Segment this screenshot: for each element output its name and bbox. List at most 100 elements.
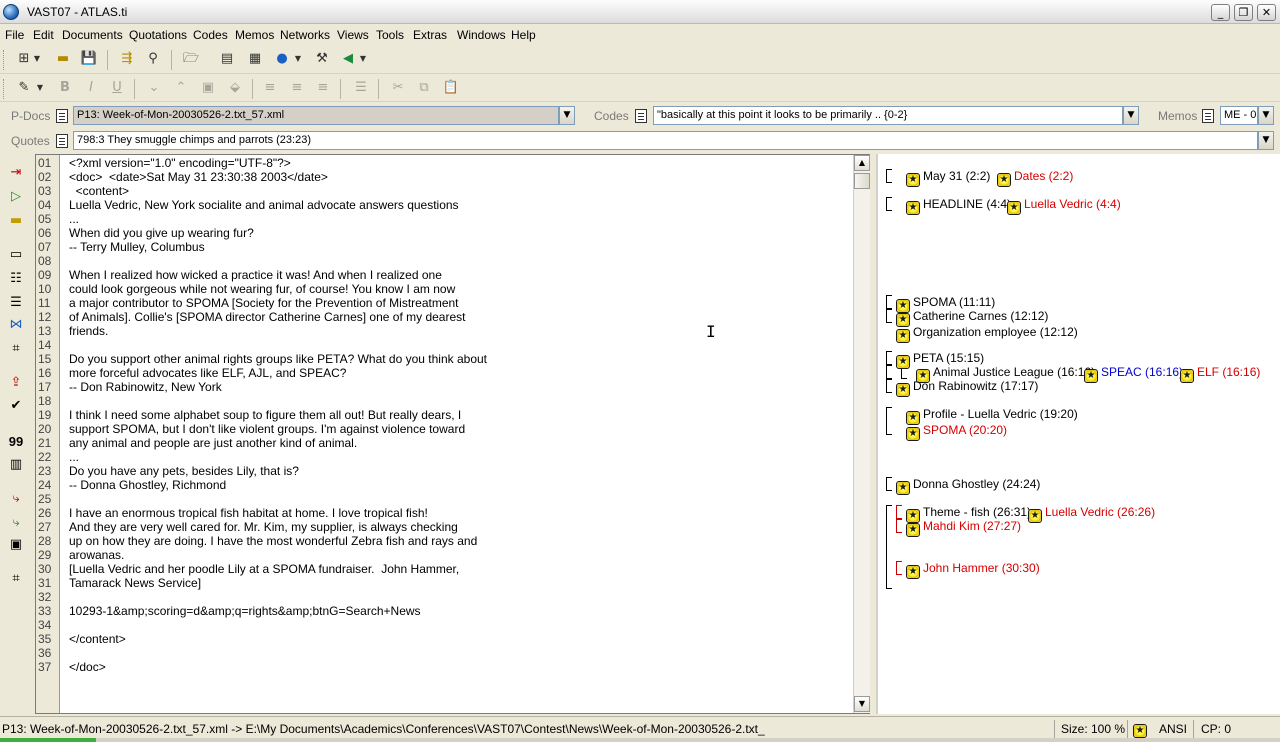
margin-code[interactable]: ★ Donna Ghostley (24:24): [896, 476, 1040, 495]
save-icon[interactable]: 💾: [79, 49, 99, 69]
globe-icon[interactable]: ●: [272, 49, 292, 69]
paste-icon[interactable]: 📋: [441, 78, 461, 98]
margin-code[interactable]: ★ John Hammer (30:30): [906, 560, 1040, 579]
cut-icon[interactable]: ✂: [388, 78, 408, 98]
text-line[interactable]: </content>: [69, 632, 126, 646]
quotation-bracket[interactable]: [886, 295, 892, 309]
text-line[interactable]: arowanas.: [69, 548, 124, 562]
eraser-icon[interactable]: ⬙: [225, 78, 245, 98]
quotation-bracket[interactable]: [886, 477, 892, 491]
rectangle-icon[interactable]: ▭: [5, 245, 27, 265]
text-line[interactable]: <content>: [69, 184, 129, 198]
margin-code[interactable]: ★ ELF (16:16): [1180, 364, 1260, 383]
menu-file[interactable]: File: [5, 28, 24, 42]
quotation-bracket[interactable]: [886, 351, 892, 365]
text-line[interactable]: I think I need some alphabet soup to fig…: [69, 408, 461, 422]
quote-count-icon[interactable]: 99: [5, 432, 27, 452]
text-line[interactable]: ...: [69, 212, 79, 226]
toolbar-grip[interactable]: [3, 50, 6, 70]
text-line[interactable]: of Animals]. Collie's [SPOMA director Ca…: [69, 310, 465, 324]
create-quotation-icon[interactable]: ⇥: [5, 163, 27, 183]
chevron-down-icon[interactable]: ⌄: [144, 78, 164, 98]
bold-icon[interactable]: B: [55, 78, 75, 98]
quotation-bracket[interactable]: [896, 505, 902, 519]
italic-icon[interactable]: I: [81, 78, 101, 98]
link-red-icon[interactable]: ⤷: [5, 489, 27, 509]
scroll-thumb[interactable]: [854, 173, 870, 189]
menu-help[interactable]: Help: [511, 28, 536, 42]
text-line[interactable]: [Luella Vedric and her poodle Lily at a …: [69, 562, 459, 576]
document-editor[interactable]: 01 02 03 04 05 06 07 08 09 10 11 12 13 14 15 16 17 18 19 20…: [35, 154, 870, 714]
memo-icon[interactable]: ▬: [5, 211, 27, 231]
chevron-up-icon[interactable]: ⌃: [171, 78, 191, 98]
menu-tools[interactable]: Tools: [376, 28, 404, 42]
margin-code[interactable]: ★ Profile - Luella Vedric (19:20): [906, 406, 1078, 425]
chevron-down-icon[interactable]: ▼: [1258, 131, 1274, 150]
menu-memos[interactable]: Memos: [235, 28, 274, 42]
chevron-down-icon[interactable]: ▼: [34, 78, 46, 98]
margin-code[interactable]: ★ SPEAC (16:16): [1084, 364, 1183, 383]
text-line[interactable]: friends.: [69, 324, 108, 338]
editor-scrollbar[interactable]: ▲ ▼: [853, 155, 870, 713]
network-icon[interactable]: ⋈: [5, 315, 27, 335]
chevron-down-icon[interactable]: ▼: [357, 49, 369, 69]
align-center-icon[interactable]: ≡: [287, 78, 307, 98]
quotation-bracket[interactable]: [886, 379, 892, 393]
title-bar[interactable]: VAST07 - ATLAS.ti _ ❐ ✕: [0, 0, 1280, 24]
align-right-icon[interactable]: ≡: [313, 78, 333, 98]
frame-icon[interactable]: ▣: [5, 535, 27, 555]
margin-code[interactable]: ★ May 31 (2:2): [906, 168, 990, 187]
bullet-list-icon[interactable]: ☰: [351, 78, 371, 98]
text-line[interactable]: could look gorgeous while not wearing fu…: [69, 282, 455, 296]
underline-icon[interactable]: U: [107, 78, 127, 98]
margin-code[interactable]: ★ Don Rabinowitz (17:17): [896, 378, 1038, 397]
quotation-bracket[interactable]: [886, 309, 892, 323]
text-line[interactable]: any animal and people are just another k…: [69, 436, 357, 450]
text-line[interactable]: I have an enormous tropical fish habitat…: [69, 506, 428, 520]
text-line[interactable]: When did you give up wearing fur?: [69, 226, 254, 240]
toolbar-grip[interactable]: [3, 79, 6, 99]
text-line[interactable]: ...: [69, 450, 79, 464]
code-list-icon[interactable]: [635, 109, 647, 123]
link-green-icon[interactable]: ⤷: [5, 513, 27, 533]
text-line[interactable]: 10293-1&amp;scoring=d&amp;q=rights&amp;b…: [69, 604, 421, 618]
text-line[interactable]: support SPOMA, but I don't like violent …: [69, 422, 465, 436]
text-line[interactable]: a major contributor to SPOMA [Society fo…: [69, 296, 459, 310]
chevron-down-icon[interactable]: ▼: [559, 106, 575, 125]
menu-extras[interactable]: Extras: [413, 28, 447, 42]
text-line[interactable]: Tamarack News Service]: [69, 576, 201, 590]
quotation-bracket[interactable]: [886, 169, 892, 183]
margin-code[interactable]: ★ Dates (2:2): [997, 168, 1073, 187]
menu-quotations[interactable]: Quotations: [129, 28, 187, 42]
text-line[interactable]: up on how they are doing. I have the mos…: [69, 534, 477, 548]
document-icon[interactable]: [56, 109, 68, 123]
chevron-down-icon[interactable]: ▼: [31, 49, 43, 69]
quotation-icon[interactable]: [56, 134, 68, 148]
menu-views[interactable]: Views: [337, 28, 369, 42]
tree-view-icon[interactable]: ⇶: [117, 49, 137, 69]
table-icon[interactable]: ▦: [245, 49, 265, 69]
text-line[interactable]: -- Donna Ghostley, Richmond: [69, 478, 226, 492]
text-line[interactable]: -- Terry Mulley, Columbus: [69, 240, 205, 254]
quotation-bracket[interactable]: [896, 561, 902, 575]
text-line[interactable]: </doc>: [69, 660, 106, 674]
margin-area[interactable]: ★ May 31 (2:2) ★ Dates (2:2) ★ HEADLINE (4:…: [876, 154, 1280, 714]
list-indent-icon[interactable]: ☷: [5, 269, 27, 289]
text-line[interactable]: Do you have any pets, besides Lily, that…: [69, 464, 299, 478]
menu-codes[interactable]: Codes: [193, 28, 228, 42]
margin-code[interactable]: ★ Mahdi Kim (27:27): [906, 518, 1021, 537]
open-folder-icon[interactable]: 🗁: [181, 49, 201, 69]
copy-icon[interactable]: ⧉: [414, 78, 434, 98]
maximize-button[interactable]: ❐: [1234, 4, 1253, 21]
checkmark-icon[interactable]: ✔: [5, 396, 27, 416]
pen-icon[interactable]: ✎: [14, 78, 34, 98]
scroll-down-button[interactable]: ▼: [854, 696, 870, 712]
text-line[interactable]: more forceful advocates like ELF, AJL, a…: [69, 366, 346, 380]
memo-list-icon[interactable]: [1202, 109, 1214, 123]
back-arrow-icon[interactable]: ◀: [338, 49, 358, 69]
pdocs-dropdown[interactable]: P13: Week-of-Mon-20030526-2.txt_57.xml: [73, 106, 559, 125]
text-line[interactable]: When I realized how wicked a practice it…: [69, 268, 442, 282]
minimize-button[interactable]: _: [1211, 4, 1230, 21]
export-icon[interactable]: ⇪: [5, 373, 27, 393]
align-left-icon[interactable]: ≡: [260, 78, 280, 98]
